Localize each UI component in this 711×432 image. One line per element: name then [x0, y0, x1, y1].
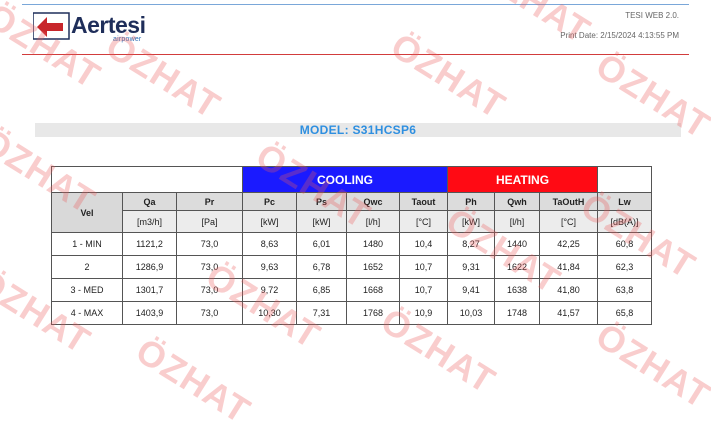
table-cell: 10,9	[399, 301, 448, 325]
watermark: ÖZHAT	[468, 0, 598, 52]
table-cell: 1638	[494, 278, 540, 302]
performance-table: COOLING HEATING Vel Qa Pr Pc Ps Qwc Taou…	[51, 166, 652, 325]
column-header: Pr	[176, 192, 243, 211]
table-cell: 6,85	[296, 278, 347, 302]
unit-cell: [°C]	[399, 210, 448, 233]
unit-cell: [l/h]	[346, 210, 400, 233]
header-divider	[22, 54, 689, 55]
watermark: ÖZHAT	[128, 329, 258, 432]
column-header: Lw	[597, 192, 652, 211]
speed-cell: 4 - MAX	[51, 301, 123, 325]
column-header: Pc	[242, 192, 297, 211]
table-cell: 1652	[346, 255, 400, 279]
model-title: MODEL: S31HCSP6	[299, 123, 417, 137]
units-row: [m3/h] [Pa] [kW] [kW] [l/h] [°C] [kW] [l…	[52, 210, 652, 233]
table-cell: 1622	[494, 255, 540, 279]
group-blank-cell	[597, 166, 652, 193]
table-cell: 10,4	[399, 232, 448, 256]
table-row: 4 - MAX 1403,9 73,0 10,30 7,31 1768 10,9…	[51, 301, 652, 325]
table-cell: 6,01	[296, 232, 347, 256]
table-cell: 41,84	[539, 255, 598, 279]
print-date: Print Date: 2/15/2024 4:13:55 PM	[560, 31, 679, 40]
table-row: 3 - MED 1301,7 73,0 9,72 6,85 1668 10,7 …	[51, 278, 652, 302]
table-cell: 9,31	[447, 255, 495, 279]
unit-cell: [kW]	[242, 210, 297, 233]
speed-cell: 3 - MED	[51, 278, 123, 302]
unit-cell: [kW]	[296, 210, 347, 233]
table-cell: 1768	[346, 301, 400, 325]
aertesi-logo: Aertesi airpower	[33, 11, 147, 45]
column-header: Ps	[296, 192, 347, 211]
column-header: Taout	[399, 192, 448, 211]
table-cell: 41,57	[539, 301, 598, 325]
logo-mark-icon	[33, 12, 70, 40]
table-cell: 6,78	[296, 255, 347, 279]
table-cell: 73,0	[176, 232, 243, 256]
table-row: 2 1286,9 73,0 9,63 6,78 1652 10,7 9,31 1…	[51, 255, 652, 279]
table-cell: 10,7	[399, 255, 448, 279]
column-header: TaOutH	[539, 192, 598, 211]
table-cell: 9,72	[242, 278, 297, 302]
logo-subtext: airpower	[113, 36, 142, 43]
table-cell: 10,7	[399, 278, 448, 302]
unit-cell: [m3/h]	[122, 210, 177, 233]
speed-cell: 1 - MIN	[51, 232, 123, 256]
table-cell: 9,41	[447, 278, 495, 302]
group-header-row: COOLING HEATING	[51, 166, 652, 193]
model-bar: MODEL: S31HCSP6	[35, 123, 681, 137]
column-header: Qwh	[494, 192, 540, 211]
table-cell: 7,31	[296, 301, 347, 325]
table-cell: 62,3	[597, 255, 652, 279]
unit-cell: [Pa]	[176, 210, 243, 233]
table-cell: 1668	[346, 278, 400, 302]
table-cell: 9,63	[242, 255, 297, 279]
table-cell: 1121,2	[122, 232, 177, 256]
column-header: Qa	[122, 192, 177, 211]
table-cell: 8,63	[242, 232, 297, 256]
table-cell: 41,80	[539, 278, 598, 302]
speed-cell: 2	[51, 255, 123, 279]
watermark: ÖZHAT	[588, 314, 711, 417]
logo-text: Aertesi	[71, 12, 146, 38]
table-cell: 10,03	[447, 301, 495, 325]
table-cell: 1748	[494, 301, 540, 325]
table-cell: 42,25	[539, 232, 598, 256]
unit-cell: [l/h]	[494, 210, 540, 233]
table-cell: 1440	[494, 232, 540, 256]
column-header: Qwc	[346, 192, 400, 211]
column-header: Ph	[447, 192, 495, 211]
app-name: TESI WEB 2.0.	[625, 11, 679, 20]
table-cell: 73,0	[176, 301, 243, 325]
table-cell: 60,8	[597, 232, 652, 256]
table-cell: 10,30	[242, 301, 297, 325]
column-header-row: Vel Qa Pr Pc Ps Qwc Taout Ph Qwh TaOutH …	[51, 192, 652, 233]
table-cell: 73,0	[176, 278, 243, 302]
unit-cell: [dB(A)]	[597, 210, 652, 233]
heating-group-header: HEATING	[447, 166, 598, 193]
table-cell: 63,8	[597, 278, 652, 302]
table-cell: 1301,7	[122, 278, 177, 302]
table-cell: 1286,9	[122, 255, 177, 279]
column-header: Vel	[51, 192, 123, 233]
report-page: Aertesi airpower TESI WEB 2.0. Print Dat…	[0, 0, 711, 431]
table-cell: 8,27	[447, 232, 495, 256]
group-blank-cell	[51, 166, 243, 193]
table-cell: 1403,9	[122, 301, 177, 325]
unit-cell: [kW]	[447, 210, 495, 233]
table-cell: 73,0	[176, 255, 243, 279]
table-cell: 1480	[346, 232, 400, 256]
table-row: 1 - MIN 1121,2 73,0 8,63 6,01 1480 10,4 …	[51, 232, 652, 256]
unit-cell: [°C]	[539, 210, 598, 233]
cooling-group-header: COOLING	[242, 166, 448, 193]
top-rule	[22, 4, 689, 5]
watermark: ÖZHAT	[383, 24, 513, 127]
table-cell: 65,8	[597, 301, 652, 325]
